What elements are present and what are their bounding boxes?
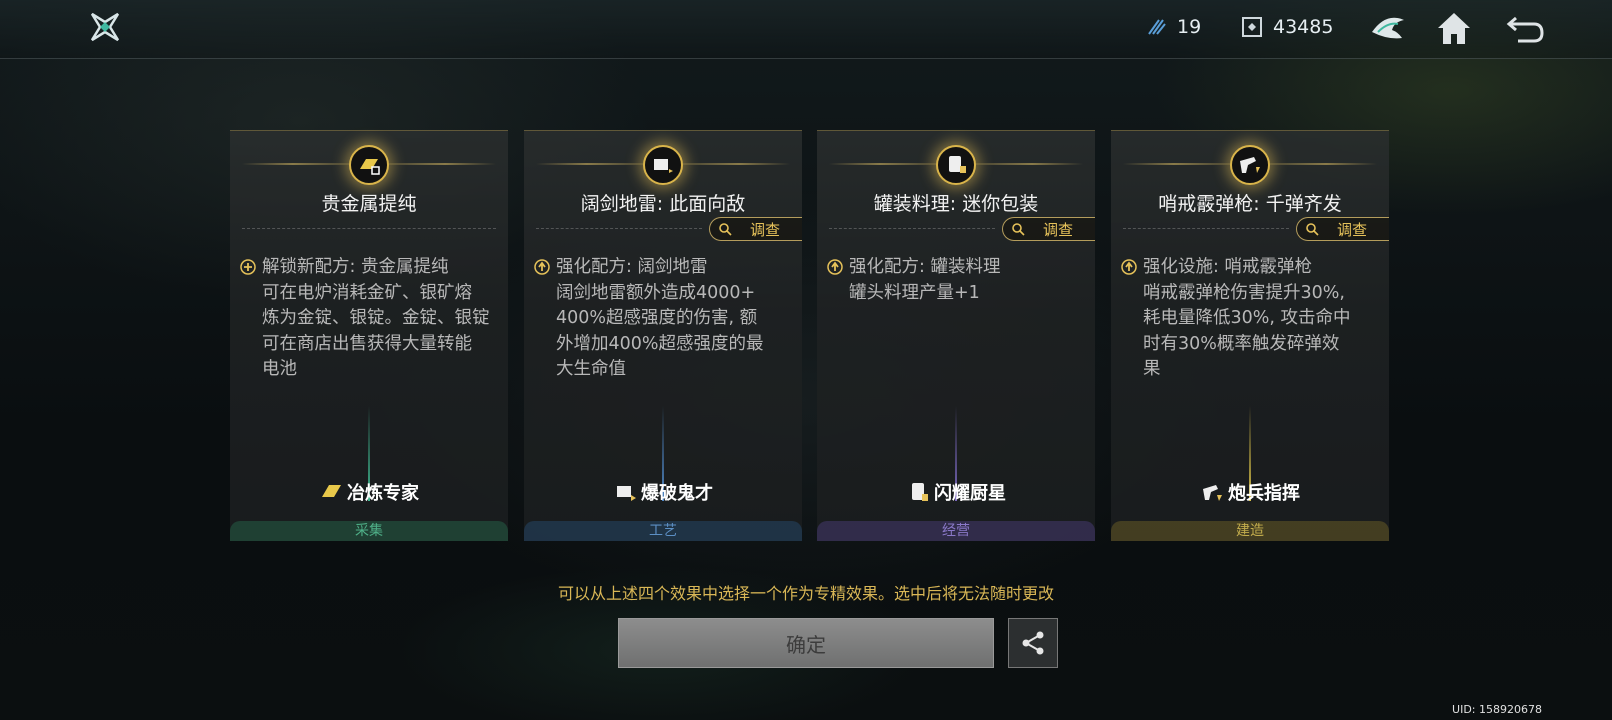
desc-line: 可在商店出售获得大量转能 <box>262 333 472 354</box>
desc-line: 阔剑地雷额外造成4000+ <box>556 282 756 303</box>
mine-icon <box>643 145 683 185</box>
desc-line: 罐头料理产量+1 <box>849 282 980 303</box>
turret-icon <box>1203 485 1222 501</box>
share-button[interactable] <box>1008 618 1058 668</box>
logo-icon[interactable] <box>88 10 122 44</box>
can-icon <box>912 483 928 501</box>
card-claymore[interactable]: 阔剑地雷: 此面向敌 调查 强化配方: 阔剑地雷 阔剑地雷额外造成4000+ 4… <box>524 130 802 541</box>
category-tag: 工艺 <box>524 521 802 541</box>
desc-line: 解锁新配方: 贵金属提纯 <box>262 257 449 277</box>
category-tag: 经营 <box>817 521 1095 541</box>
card-description: 强化配方: 阔剑地雷 阔剑地雷额外造成4000+ 400%超感强度的伤害, 额 … <box>556 255 790 383</box>
plus-circle-icon <box>240 259 256 275</box>
card-title: 阔剑地雷: 此面向敌 <box>580 193 746 215</box>
mine-icon <box>617 486 636 501</box>
category-tag: 建造 <box>1111 521 1389 541</box>
card-sentry-shotgun[interactable]: 哨戒霰弹枪: 千弹齐发 调查 强化设施: 哨戒霰弹枪 哨戒霰弹枪伤害提升30%,… <box>1111 130 1389 541</box>
upgrade-arrow-icon <box>1121 259 1137 275</box>
specialty-label: 爆破鬼才 <box>524 479 802 505</box>
back-icon[interactable] <box>1506 8 1546 48</box>
inspect-label: 调查 <box>1337 221 1368 239</box>
desc-line: 可在电炉消耗金矿、银矿熔 <box>262 282 472 303</box>
energy-value: 19 <box>1177 16 1202 38</box>
desc-line: 强化配方: 阔剑地雷 <box>556 257 708 277</box>
category-tag: 采集 <box>230 521 508 541</box>
search-icon <box>1306 223 1319 236</box>
desc-line: 哨戒霰弹枪伤害提升30%, <box>1143 282 1345 303</box>
desc-line: 400%超感强度的伤害, 额 <box>556 308 758 328</box>
specialty-name: 冶炼专家 <box>347 483 419 504</box>
desc-line: 外增加400%超感强度的最 <box>556 333 764 354</box>
desc-line: 炼为金锭、银锭。金锭、银锭 <box>262 308 490 328</box>
desc-line: 大生命值 <box>556 359 626 379</box>
card-title: 哨戒霰弹枪: 千弹齐发 <box>1158 193 1342 215</box>
share-icon <box>1022 631 1044 655</box>
wing-icon[interactable] <box>1368 8 1408 48</box>
card-description: 解锁新配方: 贵金属提纯 可在电炉消耗金矿、银矿熔 炼为金锭、银锭。金锭、银锭 … <box>262 255 496 383</box>
desc-line: 电池 <box>262 359 297 379</box>
top-bar: 19 43485 <box>0 0 1612 59</box>
divider <box>1123 228 1289 229</box>
inspect-label: 调查 <box>750 221 781 239</box>
confirm-label: 确定 <box>786 632 826 657</box>
desc-line: 强化配方: 罐装料理 <box>849 257 1001 277</box>
coin-value: 43485 <box>1273 16 1334 38</box>
upgrade-arrow-icon <box>827 259 843 275</box>
energy-counter: 19 <box>1145 16 1201 38</box>
gold-ingot-icon <box>322 485 341 497</box>
divider <box>829 228 995 229</box>
search-icon <box>719 223 732 236</box>
confirm-button[interactable]: 确定 <box>618 618 994 668</box>
specialty-name: 爆破鬼才 <box>641 483 713 504</box>
inspect-button[interactable]: 调查 <box>1002 217 1095 241</box>
specialty-label: 冶炼专家 <box>230 479 508 505</box>
inspect-button[interactable]: 调查 <box>1296 217 1389 241</box>
desc-line: 果 <box>1143 359 1161 379</box>
inspect-label: 调查 <box>1043 221 1074 239</box>
turret-icon <box>1230 145 1270 185</box>
selection-hint: 可以从上述四个效果中选择一个作为专精效果。选中后将无法随时更改 <box>557 584 1054 603</box>
specialty-name: 闪耀厨星 <box>934 483 1006 504</box>
can-icon <box>936 145 976 185</box>
desc-line: 时有30%概率触发碎弹效 <box>1143 333 1340 354</box>
card-canned-food[interactable]: 罐装料理: 迷你包装 调查 强化配方: 罐装料理 罐头料理产量+1 闪耀厨星 经… <box>817 130 1095 541</box>
card-title: 贵金属提纯 <box>321 193 417 215</box>
specialty-label: 闪耀厨星 <box>817 479 1095 505</box>
coin-icon <box>1242 17 1262 37</box>
coin-counter: 43485 <box>1241 16 1333 38</box>
desc-line: 强化设施: 哨戒霰弹枪 <box>1143 257 1312 277</box>
inspect-button[interactable]: 调查 <box>709 217 802 241</box>
card-precious-metal[interactable]: 贵金属提纯 解锁新配方: 贵金属提纯 可在电炉消耗金矿、银矿熔 炼为金锭、银锭。… <box>230 130 508 541</box>
home-icon[interactable] <box>1434 8 1474 48</box>
specialty-name: 炮兵指挥 <box>1228 483 1300 504</box>
upgrade-arrow-icon <box>534 259 550 275</box>
divider <box>242 228 496 229</box>
search-icon <box>1012 223 1025 236</box>
specialty-label: 炮兵指挥 <box>1111 479 1389 505</box>
divider <box>536 228 702 229</box>
energy-icon <box>1148 19 1166 35</box>
card-title: 罐装料理: 迷你包装 <box>873 193 1039 215</box>
desc-line: 耗电量降低30%, 攻击命中 <box>1143 308 1351 328</box>
gold-ingot-icon <box>349 145 389 185</box>
card-description: 强化设施: 哨戒霰弹枪 哨戒霰弹枪伤害提升30%, 耗电量降低30%, 攻击命中… <box>1143 255 1377 383</box>
card-description: 强化配方: 罐装料理 罐头料理产量+1 <box>849 255 1083 306</box>
user-id: UID: 158920678 <box>1452 703 1542 716</box>
